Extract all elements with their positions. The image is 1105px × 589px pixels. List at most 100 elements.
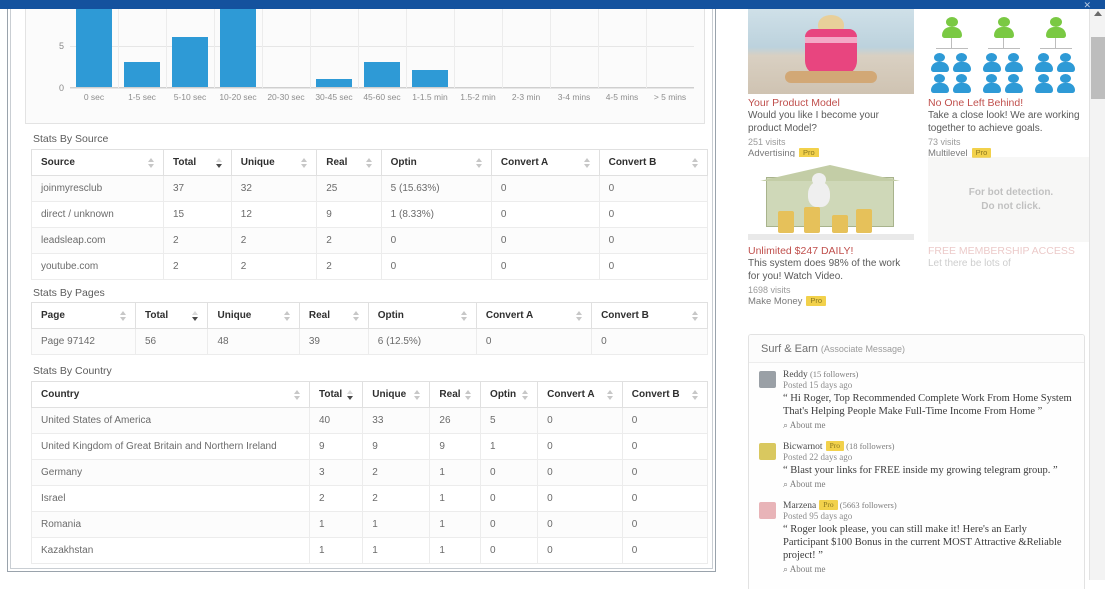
surf-message[interactable]: Reddy (15 followers) Posted 15 days ago “ …	[749, 363, 1084, 435]
ad-card[interactable]: For bot detection. Do not click. FREE MEMB…	[928, 157, 1094, 307]
column-header-label: Convert B	[631, 389, 680, 400]
chart-y-tick: 5	[58, 41, 64, 52]
table-row[interactable]: joinmyresclub 37 32 25 5 (15.63%) 0 0	[31, 175, 709, 202]
table-cell: 1	[362, 511, 431, 538]
scroll-up-arrow-icon[interactable]	[1094, 11, 1102, 16]
surf-message[interactable]: DerekPro[ Your Sponsor ]No message from …	[749, 579, 1084, 589]
column-header-total[interactable]: Total	[308, 381, 364, 408]
column-header-total[interactable]: Total	[134, 302, 209, 329]
chart-x-tick: 3-4 mins	[557, 92, 591, 102]
chart-gridline: 0	[59, 83, 694, 93]
column-header-unique[interactable]: Unique	[207, 302, 300, 329]
message-author-name[interactable]: Bicwarnot	[783, 442, 823, 452]
table-row[interactable]: Romania 1 1 1 0 0 0	[31, 511, 709, 538]
ad-title[interactable]: No One Left Behind!	[928, 97, 1094, 109]
ad-category: Make Money Pro	[748, 296, 914, 307]
table-row[interactable]: youtube.com 2 2 2 0 0 0	[31, 253, 709, 280]
woman-in-pink-swimsuit-photo[interactable]	[748, 9, 914, 94]
chart-x-tick: 10-20 sec	[219, 92, 257, 102]
about-me-link[interactable]: ⌕ About me	[783, 420, 1074, 431]
column-header-unique[interactable]: Unique	[362, 381, 431, 408]
sort-toggle-icon[interactable]	[148, 157, 156, 169]
table-cell: 5 (15.63%)	[380, 175, 492, 202]
ad-card[interactable]: Your Product Model Would you like I becom…	[748, 9, 914, 159]
table-cell: 0	[621, 433, 709, 460]
sort-toggle-icon[interactable]	[215, 157, 224, 169]
column-header-country[interactable]: Country	[31, 381, 310, 408]
sort-toggle-icon[interactable]	[120, 310, 128, 322]
chart-x-tick: 5-10 sec	[173, 92, 207, 102]
column-header-convert-a[interactable]: Convert A	[475, 302, 593, 329]
about-me-link[interactable]: ⌕ About me	[783, 564, 1074, 575]
table-row[interactable]: direct / unknown 15 12 9 1 (8.33%) 0 0	[31, 201, 709, 228]
column-header-convert-b[interactable]: Convert B	[591, 302, 708, 329]
column-header-source[interactable]: Source	[31, 149, 164, 176]
close-icon[interactable]: ✕	[1083, 1, 1091, 10]
sort-toggle-icon[interactable]	[576, 310, 584, 322]
surf-message[interactable]: Marzena Pro (5663 followers) Posted 95 day…	[749, 494, 1084, 579]
column-header-convert-a[interactable]: Convert A	[537, 381, 623, 408]
sort-toggle-icon[interactable]	[301, 157, 309, 169]
surf-message[interactable]: Bicwarnot Pro (18 followers) Posted 22 day…	[749, 435, 1084, 494]
column-header-convert-a[interactable]: Convert A	[490, 149, 600, 176]
ad-card[interactable]: Unlimited $247 DAILY! This system does 98…	[748, 157, 914, 307]
table-row[interactable]: United Kingdom of Great Britain and Nort…	[31, 433, 709, 460]
sort-toggle-icon[interactable]	[192, 310, 200, 322]
sort-toggle-icon[interactable]	[352, 310, 361, 322]
ad-title[interactable]: Your Product Model	[748, 97, 914, 109]
table-row[interactable]: leadsleap.com 2 2 2 0 0 0	[31, 227, 709, 254]
column-header-optin[interactable]: Optin	[367, 302, 477, 329]
table-cell: 0	[598, 201, 709, 228]
sort-toggle-icon[interactable]	[692, 310, 700, 322]
column-header-optin[interactable]: Optin	[380, 149, 492, 176]
message-text: “ Roger look please, you can still make …	[783, 524, 1062, 561]
chart-category-separator	[454, 0, 455, 88]
table-row[interactable]: Israel 2 2 1 0 0 0	[31, 485, 709, 512]
sort-toggle-icon[interactable]	[347, 389, 355, 401]
sort-toggle-icon[interactable]	[606, 389, 615, 401]
column-header-optin[interactable]: Optin	[480, 381, 539, 408]
pro-badge: Pro	[819, 500, 838, 510]
table-row[interactable]: United States of America 40 33 26 5 0 0	[31, 407, 709, 434]
sort-toggle-icon[interactable]	[692, 157, 700, 169]
sort-toggle-icon[interactable]	[460, 310, 469, 322]
sort-toggle-icon[interactable]	[522, 389, 530, 401]
column-header-unique[interactable]: Unique	[230, 149, 318, 176]
table-row[interactable]: Germany 3 2 1 0 0 0	[31, 459, 709, 486]
ad-title[interactable]: Unlimited $247 DAILY!	[748, 245, 914, 257]
about-me-link[interactable]: ⌕ About me	[783, 479, 1074, 490]
page-scrollbar[interactable]	[1089, 9, 1105, 580]
column-header-convert-b[interactable]: Convert B	[598, 149, 709, 176]
column-header-real[interactable]: Real	[316, 149, 382, 176]
sort-toggle-icon[interactable]	[465, 389, 473, 401]
sort-toggle-icon[interactable]	[692, 389, 700, 401]
money-house-with-coins[interactable]	[748, 157, 914, 242]
surf-title: Surf & Earn	[761, 343, 818, 355]
message-author-name[interactable]: Reddy	[783, 370, 808, 380]
column-header-real[interactable]: Real	[429, 381, 482, 408]
ad-title[interactable]: FREE MEMBERSHIP ACCESS	[928, 245, 1094, 257]
sort-toggle-icon[interactable]	[294, 389, 302, 401]
sort-toggle-icon[interactable]	[475, 157, 484, 169]
table-cell: 56	[134, 328, 209, 355]
column-header-convert-b[interactable]: Convert B	[621, 381, 709, 408]
message-author-name[interactable]: Marzena	[783, 501, 816, 511]
table-cell: 1	[362, 537, 431, 564]
sort-toggle-icon[interactable]	[414, 389, 422, 401]
table-cell: 0	[380, 253, 492, 280]
message-timestamp: Posted 95 days ago	[783, 511, 853, 521]
chart-category-separator	[310, 0, 311, 88]
table-row[interactable]: Page 97142 56 48 39 6 (12.5%) 0 0	[31, 328, 708, 355]
network-downline-diagram[interactable]	[928, 9, 1094, 94]
about-me-label: About me	[789, 564, 826, 574]
column-header-page[interactable]: Page	[31, 302, 136, 329]
scrollbar-thumb[interactable]	[1091, 37, 1105, 99]
table-row[interactable]: Kazakhstan 1 1 1 0 0 0	[31, 537, 709, 564]
column-header-real[interactable]: Real	[298, 302, 369, 329]
sort-toggle-icon[interactable]	[283, 310, 292, 322]
sort-toggle-icon[interactable]	[365, 157, 374, 169]
ad-card[interactable]: No One Left Behind! Take a close look! We…	[928, 9, 1094, 159]
sort-toggle-icon[interactable]	[583, 157, 592, 169]
bot-detection-placeholder[interactable]: For bot detection. Do not click.	[928, 157, 1094, 242]
column-header-total[interactable]: Total	[163, 149, 232, 176]
